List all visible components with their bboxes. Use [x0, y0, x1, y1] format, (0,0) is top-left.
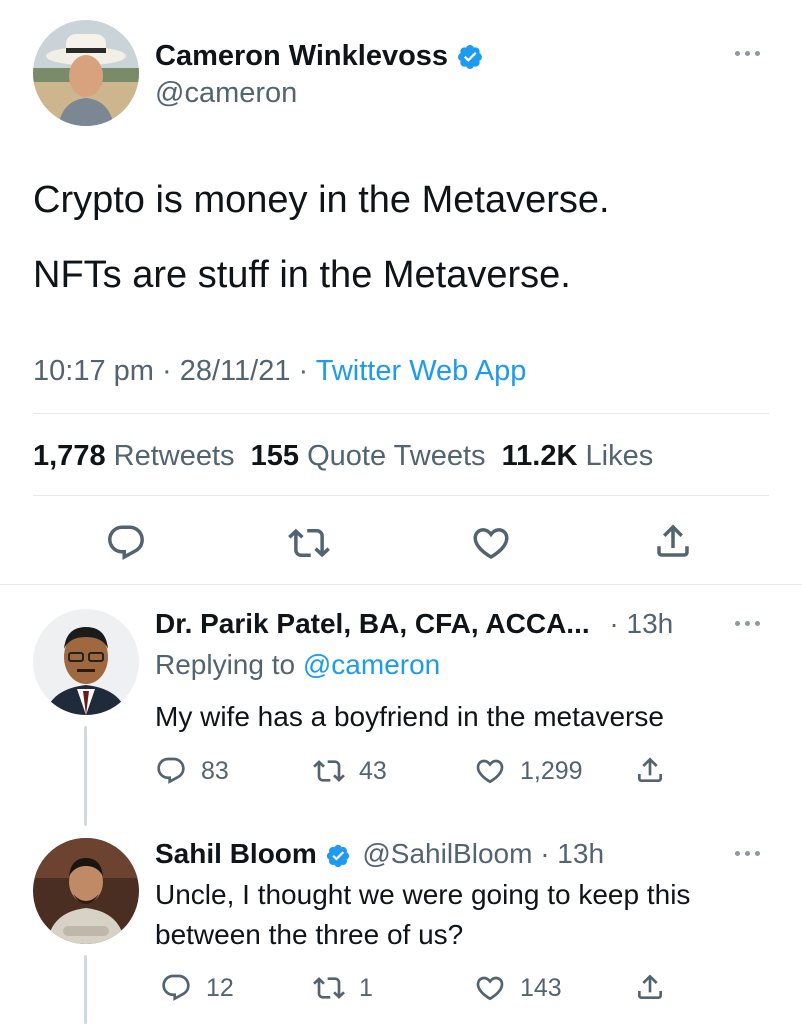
likes-count: 11.2K [501, 440, 578, 472]
reply1-retweet-count: 43 [359, 756, 387, 785]
retweet-button[interactable] [288, 522, 330, 569]
reply2-header: Sahil Bloom @SahilBloom · 13h [155, 837, 604, 871]
meta-separator: · [161, 355, 172, 387]
reply1-share-button[interactable] [634, 754, 666, 791]
reply2-retweet-count: 1 [359, 973, 373, 1002]
heart-icon [473, 528, 509, 560]
author-handle[interactable]: @cameron [155, 76, 297, 110]
heart-icon [476, 976, 504, 1001]
reply1-replying-to: Replying to @cameron [155, 648, 440, 682]
quotes-label: Quote Tweets [307, 440, 486, 472]
reply1-reply-count: 83 [201, 756, 229, 785]
reply2-text-line2: between the three of us? [155, 919, 464, 950]
thread-line [84, 726, 87, 826]
avatar-sahil[interactable] [33, 838, 139, 944]
replying-to-label: Replying to [155, 649, 296, 680]
more-icon[interactable] [735, 851, 760, 856]
engagement-stats: 1,778 Retweets 155 Quote Tweets 11.2K Li… [33, 438, 653, 474]
share-button[interactable] [652, 520, 694, 567]
quote-tweets-stat[interactable]: 155 Quote Tweets [251, 440, 486, 472]
divider [33, 495, 769, 496]
retweets-count: 1,778 [33, 440, 106, 472]
retweet-icon [313, 977, 345, 999]
more-icon[interactable] [735, 51, 760, 56]
retweet-icon [313, 760, 345, 782]
tweet-source-link[interactable]: Twitter Web App [316, 355, 527, 387]
meta-separator: · [298, 355, 309, 387]
reply1-like-button[interactable]: 1,299 [474, 755, 583, 787]
author-name-text: Cameron Winklevoss [155, 40, 449, 72]
share-icon [638, 757, 662, 782]
like-button[interactable] [470, 522, 512, 569]
avatar-parik-image [33, 609, 139, 715]
reply2-reply-button[interactable]: 12 [160, 972, 234, 1004]
tweet-text-line2: NFTs are stuff in the Metaverse. [33, 254, 571, 296]
thread-line [84, 955, 87, 1024]
reply-button[interactable] [105, 522, 147, 569]
reply1-text: My wife has a boyfriend in the metaverse [155, 701, 664, 732]
retweet-icon [288, 528, 330, 558]
author-name[interactable]: Cameron Winklevoss [155, 38, 484, 74]
reply2-retweet-button[interactable]: 1 [313, 972, 373, 1004]
reply1-reply-button[interactable]: 83 [155, 755, 229, 787]
avatar-parik[interactable] [33, 609, 139, 715]
divider [33, 413, 769, 414]
reply2-author-name[interactable]: Sahil Bloom [155, 838, 317, 869]
reply2-text-line1: Uncle, I thought we were going to keep t… [155, 879, 691, 910]
reply1-age[interactable]: · 13h [609, 608, 673, 639]
likes-label: Likes [585, 440, 654, 472]
heart-icon [476, 759, 504, 784]
verified-badge-icon [458, 45, 483, 70]
reply1-author-name[interactable]: Dr. Parik Patel, BA, CFA, ACCA... [155, 608, 590, 639]
reply2-age[interactable]: · 13h [540, 838, 604, 869]
verified-badge-icon [326, 844, 349, 867]
reply-icon [157, 757, 185, 784]
reply-icon [108, 525, 144, 560]
tweet-date[interactable]: 28/11/21 [180, 355, 291, 387]
avatar-sahil-image [33, 838, 139, 944]
reply2-like-count: 143 [520, 973, 562, 1002]
reply2-handle[interactable]: @SahilBloom [362, 838, 532, 869]
reply1-header: Dr. Parik Patel, BA, CFA, ACCA... · 13h [155, 607, 673, 641]
section-divider [0, 584, 802, 585]
avatar-cameron[interactable] [33, 20, 139, 126]
reply2-like-button[interactable]: 143 [474, 972, 562, 1004]
share-icon [657, 524, 689, 557]
avatar-cameron-image [33, 20, 139, 126]
reply2-share-button[interactable] [634, 971, 666, 1008]
tweet-meta: 10:17 pm · 28/11/21 · Twitter Web App [33, 354, 526, 388]
reply1-retweet-button[interactable]: 43 [313, 755, 387, 787]
retweets-stat[interactable]: 1,778 Retweets [33, 440, 235, 472]
tweet-text-line1: Crypto is money in the Metaverse. [33, 179, 610, 221]
reply-icon [162, 974, 190, 1001]
quotes-count: 155 [250, 440, 300, 472]
more-icon[interactable] [735, 621, 760, 626]
reply2-reply-count: 12 [206, 973, 234, 1002]
reply1-like-count: 1,299 [520, 756, 583, 785]
tweet-time[interactable]: 10:17 pm [33, 355, 154, 387]
replying-to-handle[interactable]: @cameron [303, 649, 440, 680]
retweets-label: Retweets [113, 440, 235, 472]
share-icon [638, 974, 662, 999]
likes-stat[interactable]: 11.2K Likes [502, 440, 654, 472]
